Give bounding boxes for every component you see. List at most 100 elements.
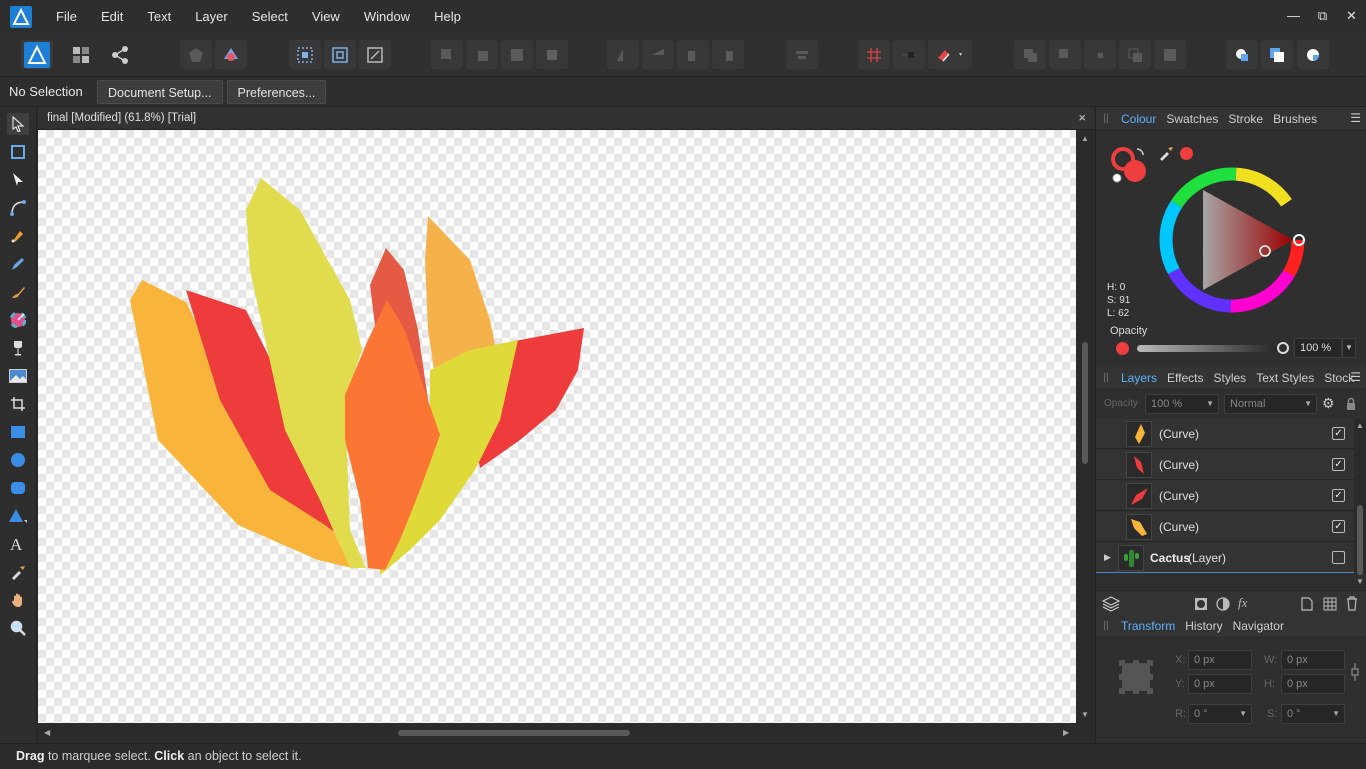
zoom-tool[interactable] xyxy=(7,617,29,639)
pixel-persona-button[interactable] xyxy=(65,40,97,69)
trash-icon[interactable] xyxy=(1346,596,1358,611)
arrange-back-button[interactable] xyxy=(431,40,463,69)
layer-visibility-checkbox[interactable]: ✓ xyxy=(1332,458,1345,471)
anchor-point-selector[interactable] xyxy=(1118,659,1154,695)
grid-snap-button[interactable] xyxy=(858,40,890,69)
gear-icon[interactable]: ⚙ xyxy=(1322,395,1335,412)
panel-grip-icon[interactable]: || xyxy=(1096,113,1116,124)
layer-opacity-field[interactable]: 100 % ▼ xyxy=(1145,394,1219,414)
menu-window[interactable]: Window xyxy=(352,0,422,34)
mask-icon[interactable] xyxy=(1194,597,1208,611)
scroll-up-arrow-icon[interactable]: ▲ xyxy=(1081,134,1089,143)
designer-persona-button[interactable] xyxy=(21,40,53,69)
layer-row[interactable]: (Curve) ✓ xyxy=(1096,512,1354,542)
fill-stroke-swatch-icon[interactable] xyxy=(1110,145,1150,185)
expand-arrow-icon[interactable]: ▶ xyxy=(1104,552,1111,563)
fx-icon[interactable]: fx xyxy=(1238,595,1247,611)
menu-file[interactable]: File xyxy=(44,0,89,34)
node-tool[interactable] xyxy=(7,169,29,191)
minimize-button[interactable]: — xyxy=(1279,0,1308,34)
x-field[interactable]: 0 px xyxy=(1188,650,1252,670)
scroll-down-arrow-icon[interactable]: ▼ xyxy=(1356,577,1364,586)
horizontal-scroll-thumb[interactable] xyxy=(398,730,630,736)
opacity-dropdown-arrow-icon[interactable]: ▼ xyxy=(1342,338,1356,358)
rotation-field[interactable]: 0 ° ▼ xyxy=(1188,704,1252,724)
tab-styles[interactable]: Styles xyxy=(1209,371,1252,385)
align-button[interactable] xyxy=(786,40,818,69)
adjustment-icon[interactable] xyxy=(1216,597,1230,611)
vertical-scrollbar[interactable]: ▲ ▼ xyxy=(1076,130,1094,723)
horizontal-scrollbar[interactable]: ◀ ▶ xyxy=(38,723,1076,743)
geometry-add-button[interactable] xyxy=(1226,40,1258,69)
view-tool[interactable] xyxy=(7,589,29,611)
eyedropper-icon[interactable] xyxy=(1158,145,1174,161)
triangle-tool[interactable] xyxy=(7,505,29,527)
tab-navigator[interactable]: Navigator xyxy=(1228,619,1289,633)
arrange-front-button[interactable] xyxy=(536,40,568,69)
shear-field[interactable]: 0 ° ▼ xyxy=(1281,704,1345,724)
lock-icon[interactable] xyxy=(1346,397,1356,410)
arrange-forward-button[interactable] xyxy=(501,40,533,69)
new-layer-icon[interactable] xyxy=(1301,597,1313,611)
tab-colour[interactable]: Colour xyxy=(1116,112,1161,126)
layers-scrollbar[interactable]: ▲ xyxy=(1354,419,1366,575)
ellipse-tool[interactable] xyxy=(7,449,29,471)
arrange-backward-button[interactable] xyxy=(466,40,498,69)
tab-stroke[interactable]: Stroke xyxy=(1223,112,1268,126)
rotate-left-button[interactable] xyxy=(677,40,709,69)
menu-edit[interactable]: Edit xyxy=(89,0,135,34)
panel-grip-icon[interactable]: || xyxy=(1096,372,1116,383)
current-colour-dot[interactable] xyxy=(1180,147,1193,160)
document-tab[interactable]: final [Modified] (61.8%) [Trial] × xyxy=(38,107,1094,130)
colour-picker-tool[interactable] xyxy=(7,561,29,583)
layer-group-row[interactable]: ▶ Cactus (Layer) xyxy=(1096,543,1354,573)
h-field[interactable]: 0 px xyxy=(1281,674,1345,694)
subtract-boolean-button[interactable] xyxy=(1049,40,1081,69)
menu-layer[interactable]: Layer xyxy=(183,0,240,34)
artboard-tool[interactable] xyxy=(7,141,29,163)
vertical-scroll-thumb[interactable] xyxy=(1082,342,1088,464)
flip-horizontal-button[interactable] xyxy=(607,40,639,69)
layer-stack-icon[interactable] xyxy=(1102,596,1120,612)
preferences-button[interactable]: Preferences... xyxy=(226,79,327,104)
geometry-intersect-button[interactable] xyxy=(1297,40,1329,69)
close-window-button[interactable]: ✕ xyxy=(1337,0,1366,34)
scroll-right-arrow-icon[interactable]: ▶ xyxy=(1063,728,1069,737)
layer-row[interactable]: (Curve) ✓ xyxy=(1096,450,1354,480)
restore-button[interactable]: ⧉ xyxy=(1308,0,1337,34)
panel-menu-icon[interactable]: ☰ xyxy=(1350,111,1361,125)
menu-help[interactable]: Help xyxy=(422,0,473,34)
layer-visibility-checkbox[interactable] xyxy=(1332,551,1345,564)
vector-brush-tool[interactable] xyxy=(7,281,29,303)
opacity-value-field[interactable]: 100 % xyxy=(1294,338,1342,358)
add-boolean-button[interactable] xyxy=(1014,40,1046,69)
insert-target-button[interactable] xyxy=(180,40,212,69)
tab-transform[interactable]: Transform xyxy=(1116,619,1180,633)
flip-vertical-button[interactable] xyxy=(642,40,674,69)
rectangle-tool[interactable] xyxy=(7,421,29,443)
canvas[interactable] xyxy=(38,130,1076,723)
assistant-button[interactable] xyxy=(215,40,247,69)
transparency-tool[interactable] xyxy=(7,337,29,359)
document-setup-button[interactable]: Document Setup... xyxy=(97,79,223,104)
xor-boolean-button[interactable] xyxy=(1119,40,1151,69)
layers-scroll-thumb[interactable] xyxy=(1357,505,1363,575)
close-document-button[interactable]: × xyxy=(1078,110,1086,125)
rotate-right-button[interactable] xyxy=(712,40,744,69)
colour-wheel[interactable] xyxy=(1157,165,1307,315)
pen-tool[interactable] xyxy=(7,225,29,247)
menu-select[interactable]: Select xyxy=(240,0,300,34)
scroll-left-arrow-icon[interactable]: ◀ xyxy=(44,728,50,737)
geometry-subtract-button[interactable] xyxy=(1261,40,1293,69)
layer-row[interactable]: (Curve) ✓ xyxy=(1096,419,1354,449)
blend-mode-select[interactable]: Normal ▼ xyxy=(1224,394,1317,414)
export-persona-button[interactable] xyxy=(104,40,136,69)
w-field[interactable]: 0 px xyxy=(1281,650,1345,670)
layer-visibility-checkbox[interactable]: ✓ xyxy=(1332,520,1345,533)
select-all-button[interactable] xyxy=(289,40,321,69)
tab-swatches[interactable]: Swatches xyxy=(1161,112,1223,126)
tab-history[interactable]: History xyxy=(1180,619,1227,633)
panel-grip-icon[interactable]: || xyxy=(1096,620,1116,631)
snapping-button[interactable] xyxy=(928,40,972,69)
menu-text[interactable]: Text xyxy=(135,0,183,34)
